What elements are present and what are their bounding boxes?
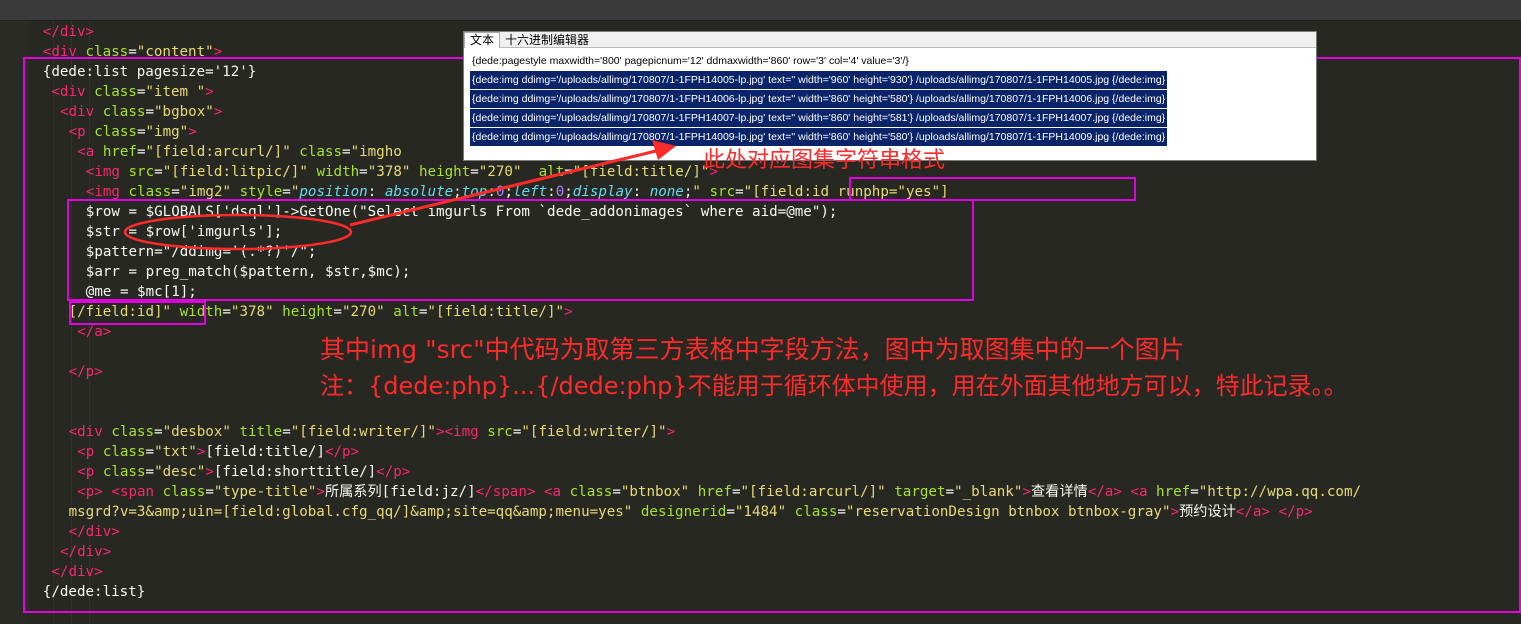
- imgurls-ellipse: [123, 213, 353, 251]
- annotation-arrow: [349, 148, 661, 227]
- annotation-note-2: 注：{dede:php}...{/dede:php}不能用于循环体中使用，用在外…: [320, 372, 1348, 400]
- arrow-note: 此处对应图集字符串格式: [703, 148, 946, 173]
- arrow-head: [652, 140, 676, 160]
- annotation-overlay: [123, 140, 676, 251]
- annotation-note-1: 其中img "src"中代码为取第三方表格中字段方法，图中为取图集中的一个图片: [320, 335, 1185, 364]
